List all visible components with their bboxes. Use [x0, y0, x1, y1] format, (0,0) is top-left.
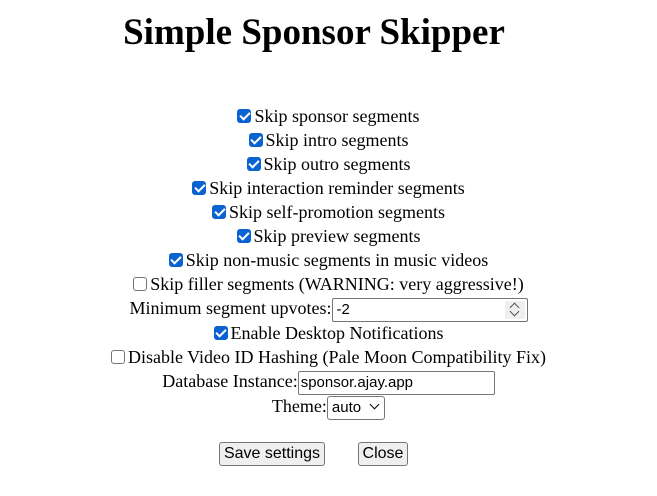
option-skip-outro[interactable]: Skip outro segments	[0, 152, 657, 176]
music-offtopic-checkbox[interactable]	[168, 253, 183, 267]
upvotes-label: Minimum segment upvotes:	[129, 298, 332, 318]
intro-checkbox[interactable]	[248, 133, 263, 147]
chevron-down-icon	[369, 399, 380, 410]
theme-select[interactable]: auto	[326, 395, 386, 420]
option-skip-intro[interactable]: Skip intro segments	[0, 128, 657, 152]
option-label: Skip non-music segments in music videos	[185, 250, 489, 270]
option-label: Disable Video ID Hashing (Pale Moon Comp…	[127, 347, 547, 367]
option-label: Skip outro segments	[263, 154, 411, 174]
save-settings-button[interactable]: Save settings	[219, 442, 325, 466]
outro-checkbox[interactable]	[246, 157, 261, 171]
stepper-icon[interactable]	[504, 300, 525, 319]
option-label: Skip interaction reminder segments	[209, 178, 465, 198]
interaction-checkbox[interactable]	[192, 181, 207, 195]
database-row: Database Instance: sponsor.ajay.app	[0, 369, 657, 395]
sponsor-checkbox[interactable]	[237, 109, 252, 123]
option-label: Skip filler segments (WARNING: very aggr…	[150, 274, 524, 294]
option-label: Skip intro segments	[265, 130, 409, 150]
option-notifications[interactable]: Enable Desktop Notifications	[0, 321, 657, 345]
selfpromo-checkbox[interactable]	[212, 205, 226, 219]
upvotes-value: -2	[336, 300, 350, 318]
option-label: Skip preview segments	[253, 226, 421, 246]
option-skip-interaction[interactable]: Skip interaction reminder segments	[0, 176, 657, 200]
database-input[interactable]: sponsor.ajay.app	[297, 370, 495, 395]
option-skip-selfpromo[interactable]: Skip self-promotion segments	[0, 200, 657, 224]
option-label: Enable Desktop Notifications	[230, 323, 444, 343]
option-skip-music-offtopic[interactable]: Skip non-music segments in music videos	[0, 248, 657, 272]
upvotes-input[interactable]: -2	[331, 297, 528, 322]
theme-row: Theme: auto	[0, 394, 657, 420]
database-value: sponsor.ajay.app	[300, 373, 414, 391]
notifications-checkbox[interactable]	[213, 326, 228, 340]
option-skip-sponsor[interactable]: Skip sponsor segments	[0, 104, 657, 128]
upvotes-row: Minimum segment upvotes: -2	[0, 296, 657, 322]
option-label: Skip self-promotion segments	[229, 202, 445, 222]
page-title: Simple Sponsor Skipper	[123, 12, 505, 53]
option-skip-filler[interactable]: Skip filler segments (WARNING: very aggr…	[0, 272, 657, 296]
theme-value: auto	[331, 398, 362, 416]
close-button[interactable]: Close	[358, 442, 408, 466]
option-disable-hashing[interactable]: Disable Video ID Hashing (Pale Moon Comp…	[0, 345, 657, 369]
hashing-checkbox[interactable]	[110, 350, 125, 364]
option-label: Skip sponsor segments	[254, 106, 420, 126]
filler-checkbox[interactable]	[133, 277, 148, 291]
theme-label: Theme:	[271, 396, 327, 416]
option-skip-preview[interactable]: Skip preview segments	[0, 224, 657, 248]
preview-checkbox[interactable]	[236, 229, 251, 243]
database-label: Database Instance:	[162, 371, 298, 391]
